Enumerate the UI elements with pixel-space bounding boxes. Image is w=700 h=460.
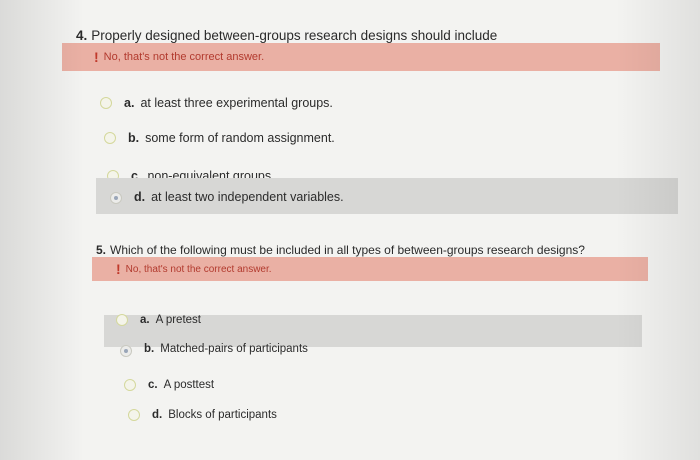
question-text: Properly designed between-groups researc… <box>91 28 498 43</box>
option-letter: b. <box>144 343 155 355</box>
answer-option-a[interactable]: a. at least three experimental groups. <box>100 93 333 113</box>
answer-option-d[interactable]: d. at least two independent variables. <box>96 178 678 214</box>
option-letter: a. <box>124 96 135 110</box>
quiz-page: 4. Properly designed between-groups resea… <box>0 0 700 460</box>
option-text: at least three experimental groups. <box>140 96 333 110</box>
question-number: 5. <box>96 243 107 257</box>
option-letter: d. <box>134 190 146 204</box>
incorrect-feedback-banner: ! No, that's not the correct answer. <box>62 43 660 71</box>
option-text: Blocks of participants <box>168 409 277 421</box>
warning-icon: ! <box>94 49 99 65</box>
radio-button[interactable] <box>100 97 112 109</box>
incorrect-feedback-banner: ! No, that's not the correct answer. <box>92 257 648 281</box>
question-number: 4. <box>76 28 88 43</box>
radio-button[interactable] <box>124 379 136 391</box>
feedback-message: No, that's not the correct answer. <box>125 263 272 275</box>
answer-option-c[interactable]: c. A posttest <box>124 376 214 394</box>
radio-button-selected[interactable] <box>110 192 122 204</box>
option-text: at least two independent variables. <box>151 190 344 204</box>
question-text: Which of the following must be included … <box>110 243 585 257</box>
option-letter: b. <box>128 131 140 145</box>
answer-option-d[interactable]: d. Blocks of participants <box>128 406 277 424</box>
option-text: some form of random assignment. <box>145 131 335 145</box>
answer-option-b[interactable]: b. some form of random assignment. <box>104 128 335 148</box>
radio-button-selected[interactable] <box>120 345 132 357</box>
question-5-title: 5. Which of the following must be include… <box>96 243 585 257</box>
question-4-title: 4. Properly designed between-groups resea… <box>76 28 497 43</box>
feedback-message: No, that's not the correct answer. <box>103 51 265 63</box>
radio-button[interactable] <box>128 409 140 421</box>
option-letter: c. <box>148 379 158 391</box>
option-letter: d. <box>152 409 163 421</box>
answer-option-b[interactable]: b. Matched-pairs of participants <box>104 315 642 357</box>
option-text: Matched-pairs of participants <box>160 343 308 355</box>
radio-button[interactable] <box>104 132 116 144</box>
option-text: A posttest <box>163 379 215 391</box>
warning-icon: ! <box>116 261 121 277</box>
